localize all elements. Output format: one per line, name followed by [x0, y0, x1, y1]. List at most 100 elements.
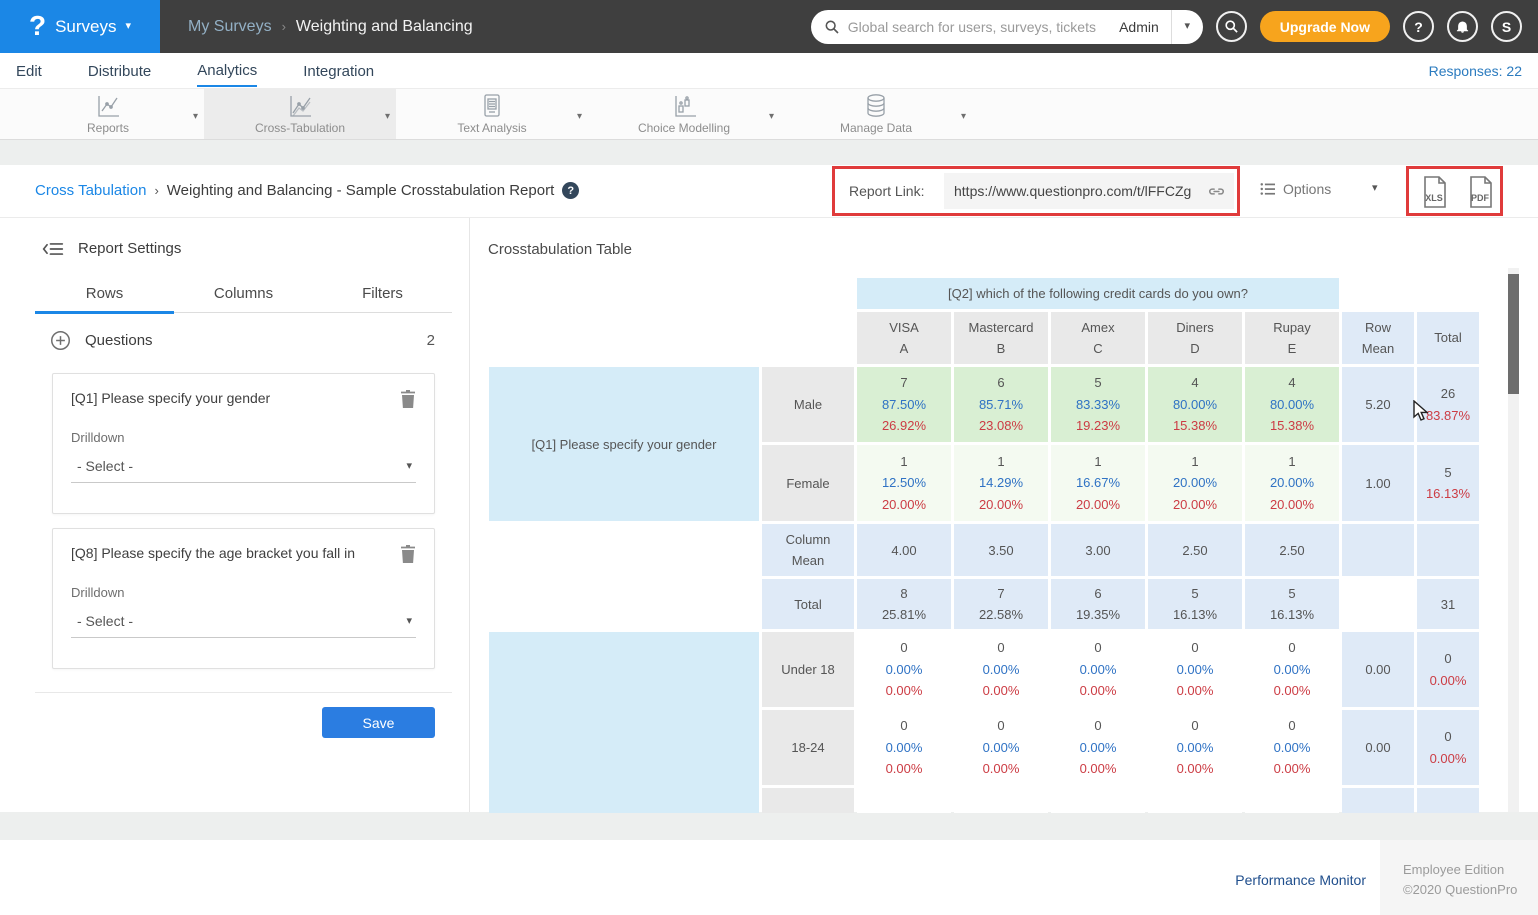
search-icon: [824, 19, 840, 35]
data-cell[interactable]: 00.00%0.00%: [1245, 632, 1339, 707]
data-cell[interactable]: 00.00%0.00%: [857, 710, 951, 785]
questions-label: Questions: [85, 332, 153, 349]
data-cell[interactable]: 00.00%0.00%: [1148, 710, 1242, 785]
drilldown-select[interactable]: - Select -▾: [71, 458, 416, 483]
data-cell[interactable]: 480.00%15.38%: [1245, 367, 1339, 442]
spacer-cell: [489, 524, 759, 576]
data-cell[interactable]: 112.50%20.00%: [857, 445, 951, 521]
data-cell[interactable]: 00.00%0.00%: [1148, 632, 1242, 707]
menu-item-distribute[interactable]: Distribute: [88, 56, 151, 86]
data-cell[interactable]: 00.00%0.00%: [1051, 632, 1145, 707]
row-mean-header: RowMean: [1342, 312, 1414, 364]
toolbar-item-text-analysis[interactable]: Text Analysis▾: [396, 89, 588, 139]
toolbar-item-reports[interactable]: Reports▾: [12, 89, 204, 139]
data-cell[interactable]: 00.00%0.00%: [954, 710, 1048, 785]
options-caret[interactable]: ▾: [1372, 183, 1378, 194]
table-scrollbar-thumb[interactable]: [1508, 274, 1519, 394]
toolbar-item-caret[interactable]: ▾: [385, 111, 390, 122]
notifications-button[interactable]: [1447, 11, 1478, 42]
breadcrumb-separator: ›: [154, 183, 158, 198]
row-mean-cell: 5.20: [1342, 367, 1414, 442]
tab-columns[interactable]: Columns: [174, 278, 313, 314]
global-search-input[interactable]: [848, 19, 1113, 35]
toolbar-item-caret[interactable]: ▾: [577, 111, 582, 122]
tab-filters[interactable]: Filters: [313, 278, 452, 314]
drilldown-select[interactable]: - Select -▾: [71, 613, 416, 638]
delete-question-icon[interactable]: [400, 545, 416, 563]
column-total-cell: 516.13%: [1245, 579, 1339, 629]
data-cell[interactable]: 00.00%0.00%: [857, 632, 951, 707]
avatar[interactable]: S: [1491, 11, 1522, 42]
search-scope-caret[interactable]: ▾: [1171, 10, 1203, 44]
database-icon: [864, 93, 888, 119]
export-xls-button[interactable]: XLS: [1420, 175, 1450, 214]
toolbar-item-manage-data[interactable]: Manage Data▾: [780, 89, 972, 139]
line-chart-icon: [95, 93, 121, 119]
toolbar-item-cross-tabulation[interactable]: Cross-Tabulation ▾: [204, 89, 396, 139]
product-switcher[interactable]: ? Surveys ▾: [0, 0, 160, 53]
search-scope-selector[interactable]: Admin: [1113, 19, 1171, 35]
toolbar-item-caret[interactable]: ▾: [961, 111, 966, 122]
menu-item-integration[interactable]: Integration: [303, 56, 374, 86]
settings-tabs: RowsColumnsFilters: [35, 278, 452, 313]
bell-icon: [1455, 19, 1470, 34]
row-total-cell: 00.00%: [1417, 710, 1479, 785]
delete-question-icon[interactable]: [400, 390, 416, 408]
collapse-panel-icon[interactable]: [42, 241, 64, 257]
data-cell[interactable]: 583.33%19.23%: [1051, 367, 1145, 442]
data-cell[interactable]: [1051, 788, 1145, 813]
spacer-cell: [489, 278, 854, 309]
options-button[interactable]: Options: [1260, 181, 1331, 197]
data-cell[interactable]: 685.71%23.08%: [954, 367, 1048, 442]
link-icon[interactable]: [1207, 182, 1226, 201]
breadcrumb-my-surveys[interactable]: My Surveys: [188, 18, 272, 36]
data-cell[interactable]: 116.67%20.00%: [1051, 445, 1145, 521]
data-cell[interactable]: [1245, 788, 1339, 813]
edition-label: Employee Edition: [1403, 860, 1538, 880]
help-icon[interactable]: [562, 182, 579, 199]
table-scrollbar-track[interactable]: [1508, 268, 1519, 812]
question-text: [Q8] Please specify the age bracket you …: [71, 545, 400, 561]
row-label-under-18: Under 18: [762, 632, 854, 707]
upgrade-now-button[interactable]: Upgrade Now: [1260, 11, 1390, 42]
data-cell[interactable]: [1148, 788, 1242, 813]
data-cell[interactable]: 00.00%0.00%: [1051, 710, 1145, 785]
data-cell[interactable]: 00.00%0.00%: [1245, 710, 1339, 785]
chevron-down-icon: ▾: [406, 461, 412, 472]
chevron-down-icon: ▾: [126, 21, 132, 32]
help-button[interactable]: ?: [1403, 11, 1434, 42]
global-search[interactable]: Admin ▾: [811, 10, 1203, 44]
data-cell[interactable]: 120.00%20.00%: [1245, 445, 1339, 521]
search-submit-button[interactable]: [1216, 11, 1247, 42]
list-options-icon: [1260, 182, 1276, 196]
toolbar-item-caret[interactable]: ▾: [193, 111, 198, 122]
report-link-url[interactable]: https://www.questionpro.com/t/lFFCZg: [954, 183, 1207, 199]
data-cell[interactable]: 787.50%26.92%: [857, 367, 951, 442]
add-question-icon[interactable]: [50, 330, 71, 351]
menu-item-edit[interactable]: Edit: [16, 56, 42, 86]
menu-item-analytics[interactable]: Analytics: [197, 55, 257, 87]
cross-tabulation-link[interactable]: Cross Tabulation: [35, 182, 146, 199]
data-cell[interactable]: [954, 788, 1048, 813]
report-link-field[interactable]: https://www.questionpro.com/t/lFFCZg: [944, 173, 1234, 209]
responses-count: Responses: 22: [1429, 63, 1522, 79]
toolbar-item-label: Cross-Tabulation: [255, 121, 345, 135]
column-total-cell: 722.58%: [954, 579, 1048, 629]
data-cell[interactable]: 00.00%0.00%: [954, 632, 1048, 707]
data-cell[interactable]: 114.29%20.00%: [954, 445, 1048, 521]
grand-total-cell: 31: [1417, 579, 1479, 629]
spacer-cell: [489, 312, 854, 364]
tab-rows[interactable]: Rows: [35, 278, 174, 314]
data-cell[interactable]: 120.00%20.00%: [1148, 445, 1242, 521]
performance-monitor-link[interactable]: Performance Monitor: [1235, 872, 1366, 888]
save-button[interactable]: Save: [322, 707, 435, 738]
total-cell: [1417, 524, 1479, 576]
toolbar-item-caret[interactable]: ▾: [769, 111, 774, 122]
total-header: Total: [1417, 312, 1479, 364]
export-pdf-button[interactable]: PDF: [1466, 175, 1496, 214]
data-cell[interactable]: [857, 788, 951, 813]
toolbar-item-choice-modelling[interactable]: Choice Modelling▾: [588, 89, 780, 139]
row-label-empty: [762, 788, 854, 813]
data-cell[interactable]: 480.00%15.38%: [1148, 367, 1242, 442]
product-name: Surveys: [55, 17, 116, 37]
